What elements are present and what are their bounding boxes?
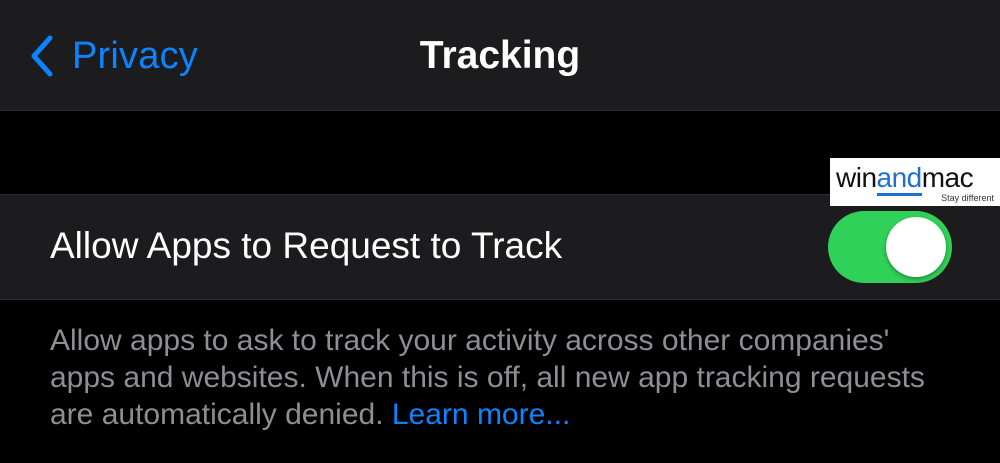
watermark-logo-highlight: and: [876, 162, 922, 196]
watermark-logo-suffix: mac: [921, 162, 974, 193]
watermark-tagline: Stay different: [941, 193, 994, 203]
allow-tracking-requests-label: Allow Apps to Request to Track: [50, 225, 563, 266]
navigation-bar: Privacy Tracking: [0, 0, 1000, 111]
tracking-settings-screen: Privacy Tracking Allow Apps to Request t…: [0, 0, 1000, 463]
allow-tracking-requests-toggle[interactable]: [828, 211, 952, 283]
tracking-description: Allow apps to ask to track your activity…: [50, 322, 950, 433]
watermark-logo-prefix: win: [836, 162, 877, 193]
watermark-logo-text: winandmac: [836, 162, 974, 196]
winandmac-watermark-logo: winandmac Stay different: [830, 158, 1000, 206]
allow-tracking-requests-row: Allow Apps to Request to Track: [0, 194, 1000, 300]
page-title: Tracking: [419, 34, 581, 77]
toggle-knob: [886, 217, 946, 277]
learn-more-link[interactable]: Learn more...: [392, 398, 570, 431]
